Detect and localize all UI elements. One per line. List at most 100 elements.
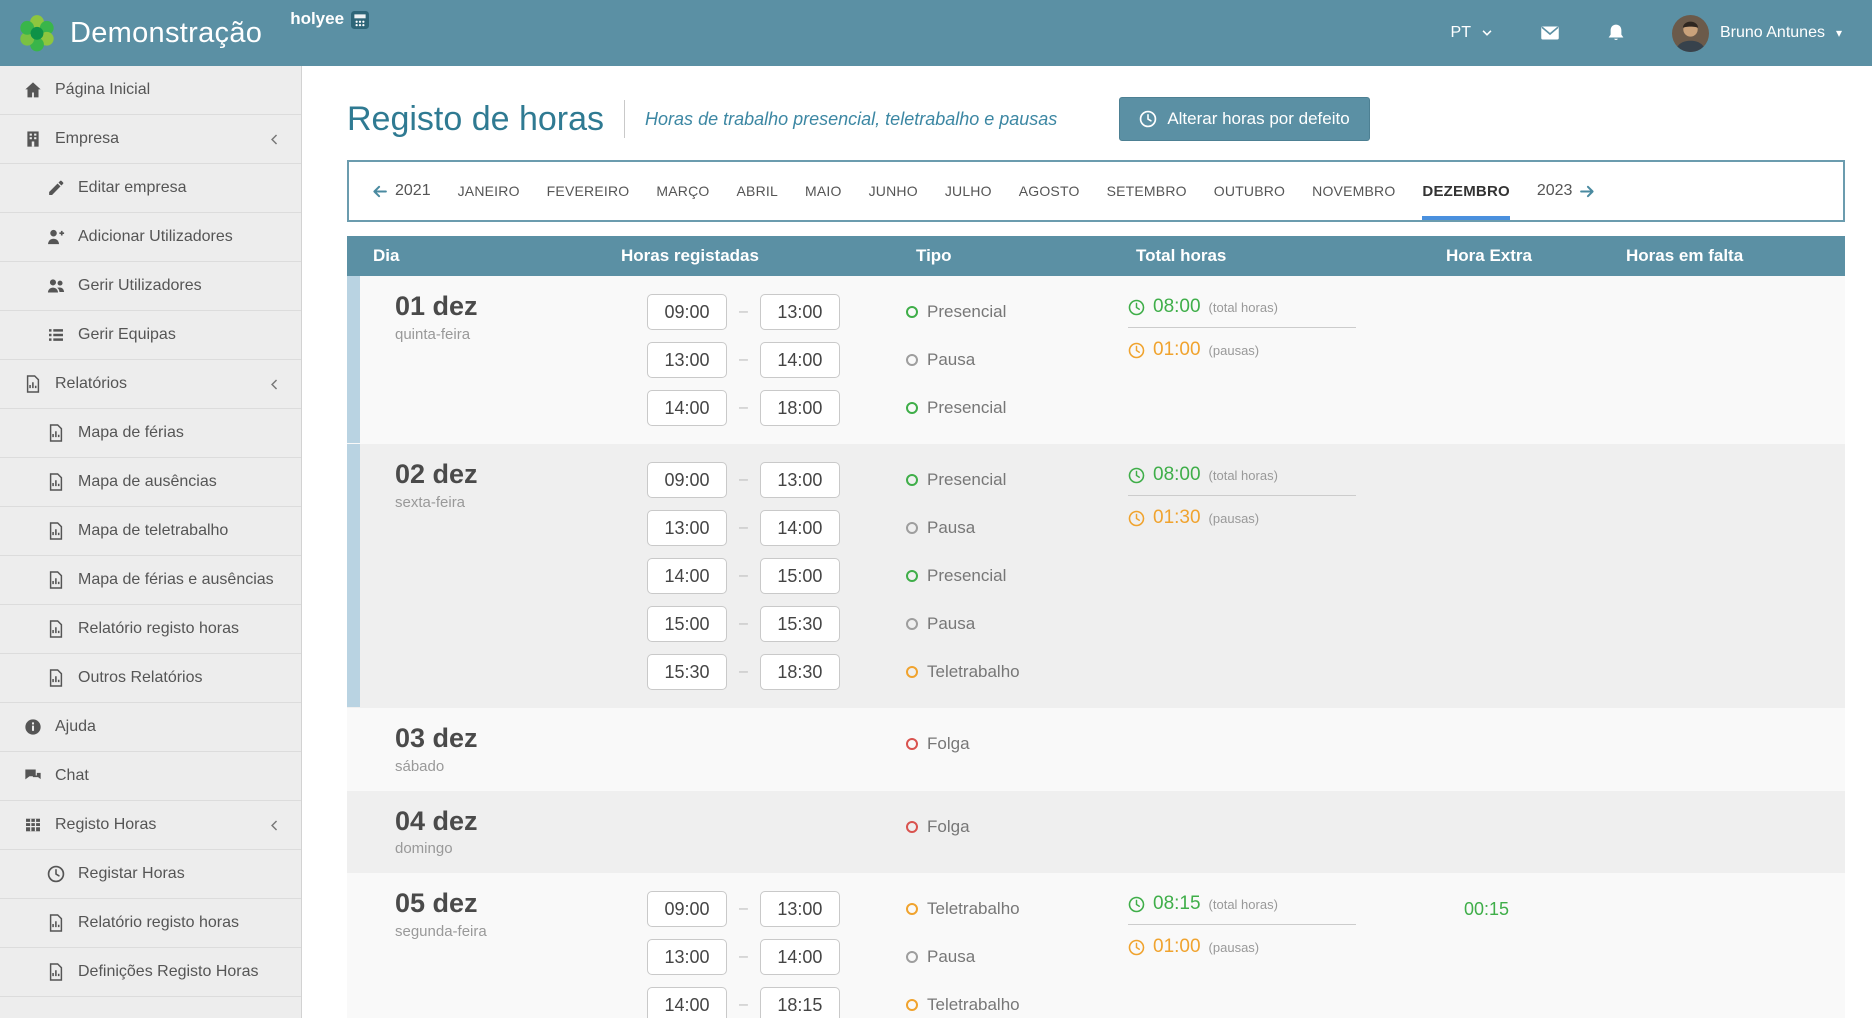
registered-hours-cell: 09:00–13:0013:00–14:0014:00–18:15 (597, 889, 892, 1018)
time-range-dash: – (739, 399, 748, 417)
month-tab-setembro[interactable]: SETEMBRO (1107, 162, 1187, 220)
sidebar-item-registar-horas[interactable]: Registar Horas (0, 850, 301, 899)
language-selector[interactable]: PT (1451, 24, 1494, 42)
type-label: Folga (927, 734, 970, 754)
brand[interactable]: Demonstração (14, 10, 262, 56)
next-year-button[interactable]: 2023 (1537, 162, 1597, 220)
start-time-input[interactable]: 14:00 (647, 558, 727, 594)
time-entry: 14:00–18:15 (647, 985, 892, 1018)
sidebar-item-pagina-inicial[interactable]: Página Inicial (0, 66, 301, 115)
month-tab-novembro[interactable]: NOVEMBRO (1312, 162, 1395, 220)
sidebar-item-label: Definições Registo Horas (78, 963, 259, 981)
sidebar-item-empresa[interactable]: Empresa (0, 115, 301, 164)
file-chart-icon (24, 375, 42, 393)
start-time-input[interactable]: 13:00 (647, 342, 727, 378)
sidebar-item-mapa-de-ferias-e-ausencias[interactable]: Mapa de férias e ausências (0, 556, 301, 605)
end-time-input[interactable]: 18:30 (760, 654, 840, 690)
file-chart-icon (47, 669, 65, 687)
mail-icon[interactable] (1540, 23, 1560, 43)
month-tab-abril[interactable]: ABRIL (737, 162, 778, 220)
sidebar-item-mapa-de-teletrabalho[interactable]: Mapa de teletrabalho (0, 507, 301, 556)
month-tab-maio[interactable]: MAIO (805, 162, 842, 220)
total-hours-cell: 08:00(total horas)01:00(pausas) (1112, 292, 1422, 428)
sidebar-item-outros-relatorios[interactable]: Outros Relatórios (0, 654, 301, 703)
end-time-input[interactable]: 14:00 (760, 939, 840, 975)
total-hours-cell: 08:00(total horas)01:30(pausas) (1112, 460, 1422, 692)
missing-hours-cell (1602, 724, 1845, 775)
time-entry: 13:00–14:00 (647, 937, 892, 977)
prev-year-button[interactable]: 2021 (371, 162, 431, 220)
month-tab-dezembro[interactable]: DEZEMBRO (1422, 162, 1509, 220)
time-range-dash: – (739, 519, 748, 537)
registered-hours-cell (597, 724, 892, 775)
sidebar-item-editar-empresa[interactable]: Editar empresa (0, 164, 301, 213)
month-tab-junho[interactable]: JUNHO (869, 162, 918, 220)
end-time-input[interactable]: 13:00 (760, 294, 840, 330)
sidebar-item-gerir-utilizadores[interactable]: Gerir Utilizadores (0, 262, 301, 311)
bell-icon[interactable] (1606, 23, 1626, 43)
end-time-input[interactable]: 18:00 (760, 390, 840, 426)
month-tab-marco[interactable]: MARÇO (656, 162, 709, 220)
change-default-hours-button[interactable]: Alterar horas por defeito (1119, 97, 1369, 141)
end-time-input[interactable]: 13:00 (760, 891, 840, 927)
file-chart-icon (47, 620, 65, 638)
file-chart-icon (47, 571, 65, 589)
sidebar-item-definicoes-registo-horas[interactable]: Definições Registo Horas (0, 948, 301, 997)
type-label: Teletrabalho (927, 995, 1020, 1015)
end-time-input[interactable]: 15:00 (760, 558, 840, 594)
end-time-input[interactable]: 13:00 (760, 462, 840, 498)
sidebar-item-relatorios[interactable]: Relatórios (0, 360, 301, 409)
main-content: Registo de horas Horas de trabalho prese… (302, 66, 1872, 1018)
sidebar-item-relatorio-registo-horas[interactable]: Relatório registo horas (0, 899, 301, 948)
start-time-input[interactable]: 14:00 (647, 390, 727, 426)
sidebar-item-registo-horas[interactable]: Registo Horas (0, 801, 301, 850)
month-tab-agosto[interactable]: AGOSTO (1019, 162, 1080, 220)
end-time-input[interactable]: 15:30 (760, 606, 840, 642)
end-time-input[interactable]: 18:15 (760, 987, 840, 1018)
start-time-input[interactable]: 09:00 (647, 462, 727, 498)
type-ring-icon (906, 999, 918, 1011)
start-time-input[interactable]: 09:00 (647, 294, 727, 330)
month-tab-julho[interactable]: JULHO (945, 162, 992, 220)
sidebar-item-mapa-de-ferias[interactable]: Mapa de férias (0, 409, 301, 458)
sidebar-item-label: Adicionar Utilizadores (78, 228, 233, 246)
start-time-input[interactable]: 14:00 (647, 987, 727, 1018)
start-time-input[interactable]: 15:30 (647, 654, 727, 690)
page-subtitle: Horas de trabalho presencial, teletrabal… (645, 109, 1057, 130)
start-time-input[interactable]: 13:00 (647, 510, 727, 546)
start-time-input[interactable]: 09:00 (647, 891, 727, 927)
day-label: 02 dez (395, 460, 597, 490)
type-ring-icon (906, 402, 918, 414)
sidebar-item-chat[interactable]: Chat (0, 752, 301, 801)
extra-hours-cell (1422, 807, 1602, 858)
month-tab-janeiro[interactable]: JANEIRO (458, 162, 520, 220)
type-ring-icon (906, 821, 918, 833)
sidebar-item-gerir-equipas[interactable]: Gerir Equipas (0, 311, 301, 360)
end-time-input[interactable]: 14:00 (760, 342, 840, 378)
day-row-05-dez: 05 dezsegunda-feira09:00–13:0013:00–14:0… (347, 873, 1845, 1018)
sidebar-item-mapa-de-ausencias[interactable]: Mapa de ausências (0, 458, 301, 507)
time-range-dash: – (739, 567, 748, 585)
day-row-02-dez: 02 dezsexta-feira09:00–13:0013:00–14:001… (347, 444, 1845, 708)
next-year-label: 2023 (1537, 182, 1573, 200)
column-header-tipo: Tipo (892, 246, 1112, 266)
weekday-label: sexta-feira (395, 494, 597, 511)
time-entry: 09:00–13:00 (647, 460, 892, 500)
sidebar-item-adicionar-utilizadores[interactable]: Adicionar Utilizadores (0, 213, 301, 262)
sidebar-item-ajuda[interactable]: Ajuda (0, 703, 301, 752)
clock-icon (47, 865, 65, 883)
user-menu[interactable]: Bruno Antunes ▾ (1672, 15, 1842, 52)
pause-hours-line: 01:00(pausas) (1128, 339, 1422, 361)
month-tab-fevereiro[interactable]: FEVEREIRO (547, 162, 630, 220)
end-time-input[interactable]: 14:00 (760, 510, 840, 546)
sidebar-item-relatorio-registo-horas[interactable]: Relatório registo horas (0, 605, 301, 654)
title-divider (624, 100, 625, 138)
weekday-label: quinta-feira (395, 326, 597, 343)
start-time-input[interactable]: 13:00 (647, 939, 727, 975)
sidebar-item-label: Chat (55, 767, 89, 785)
month-tab-outubro[interactable]: OUTUBRO (1214, 162, 1285, 220)
type-cell: Folga (892, 724, 1112, 775)
clock-icon (1128, 510, 1145, 527)
start-time-input[interactable]: 15:00 (647, 606, 727, 642)
column-header-horas-em-falta: Horas em falta (1602, 246, 1845, 266)
